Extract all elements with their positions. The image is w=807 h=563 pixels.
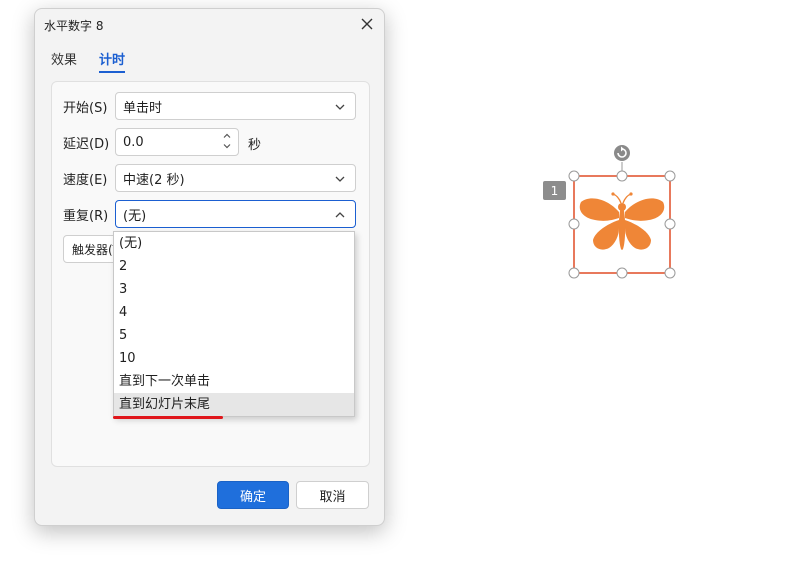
chevron-down-icon — [335, 176, 345, 182]
repeat-option-4[interactable]: 4 — [114, 301, 354, 324]
start-label: 开始(S) — [63, 100, 108, 116]
speed-select[interactable]: 中速(2 秒) — [115, 164, 356, 192]
tab-bar: 效果 计时 — [51, 49, 126, 73]
repeat-label: 重复(R) — [63, 208, 109, 224]
repeat-value: (无) — [123, 208, 147, 224]
start-select[interactable]: 单击时 — [115, 92, 356, 120]
speed-value: 中速(2 秒) — [123, 172, 185, 188]
tab-effect[interactable]: 效果 — [51, 49, 77, 73]
start-value: 单击时 — [123, 100, 163, 116]
repeat-option-until-end-of-slide[interactable]: 直到幻灯片末尾 — [114, 393, 354, 416]
chevron-down-icon — [335, 104, 345, 110]
repeat-option-none[interactable]: (无) — [114, 232, 354, 255]
speed-label: 速度(E) — [63, 172, 108, 188]
delay-row: 延迟(D) — [63, 127, 115, 157]
cancel-button[interactable]: 取消 — [296, 481, 369, 509]
close-icon — [361, 18, 373, 30]
repeat-option-10[interactable]: 10 — [114, 347, 354, 370]
annotation-underline — [113, 416, 223, 419]
delay-value: 0.0 — [123, 134, 144, 150]
repeat-option-5[interactable]: 5 — [114, 324, 354, 347]
dialog-title: 水平数字 8 — [44, 19, 104, 33]
repeat-option-2[interactable]: 2 — [114, 255, 354, 278]
slide-object-area: 1 — [535, 140, 695, 290]
repeat-select[interactable]: (无) — [115, 200, 356, 228]
repeat-dropdown-list: (无) 2 3 4 5 10 直到下一次单击 直到幻灯片末尾 — [113, 231, 355, 417]
ok-button[interactable]: 确定 — [217, 481, 289, 509]
butterfly-icon — [579, 192, 665, 250]
chevron-up-icon[interactable] — [222, 131, 232, 141]
repeat-option-3[interactable]: 3 — [114, 278, 354, 301]
delay-unit: 秒 — [248, 138, 262, 153]
chevron-up-icon — [335, 212, 345, 218]
delay-stepper[interactable] — [222, 131, 232, 151]
selected-shape[interactable] — [535, 140, 695, 290]
tab-timing[interactable]: 计时 — [99, 49, 126, 73]
repeat-row: 重复(R) — [63, 199, 115, 229]
repeat-option-until-next-click[interactable]: 直到下一次单击 — [114, 370, 354, 393]
speed-row: 速度(E) — [63, 163, 115, 193]
delay-label: 延迟(D) — [63, 136, 110, 152]
delay-input[interactable]: 0.0 — [115, 128, 239, 156]
start-row: 开始(S) — [63, 91, 115, 121]
rotate-handle-icon[interactable] — [614, 145, 630, 161]
close-button[interactable] — [354, 12, 380, 36]
chevron-down-icon[interactable] — [222, 141, 232, 151]
